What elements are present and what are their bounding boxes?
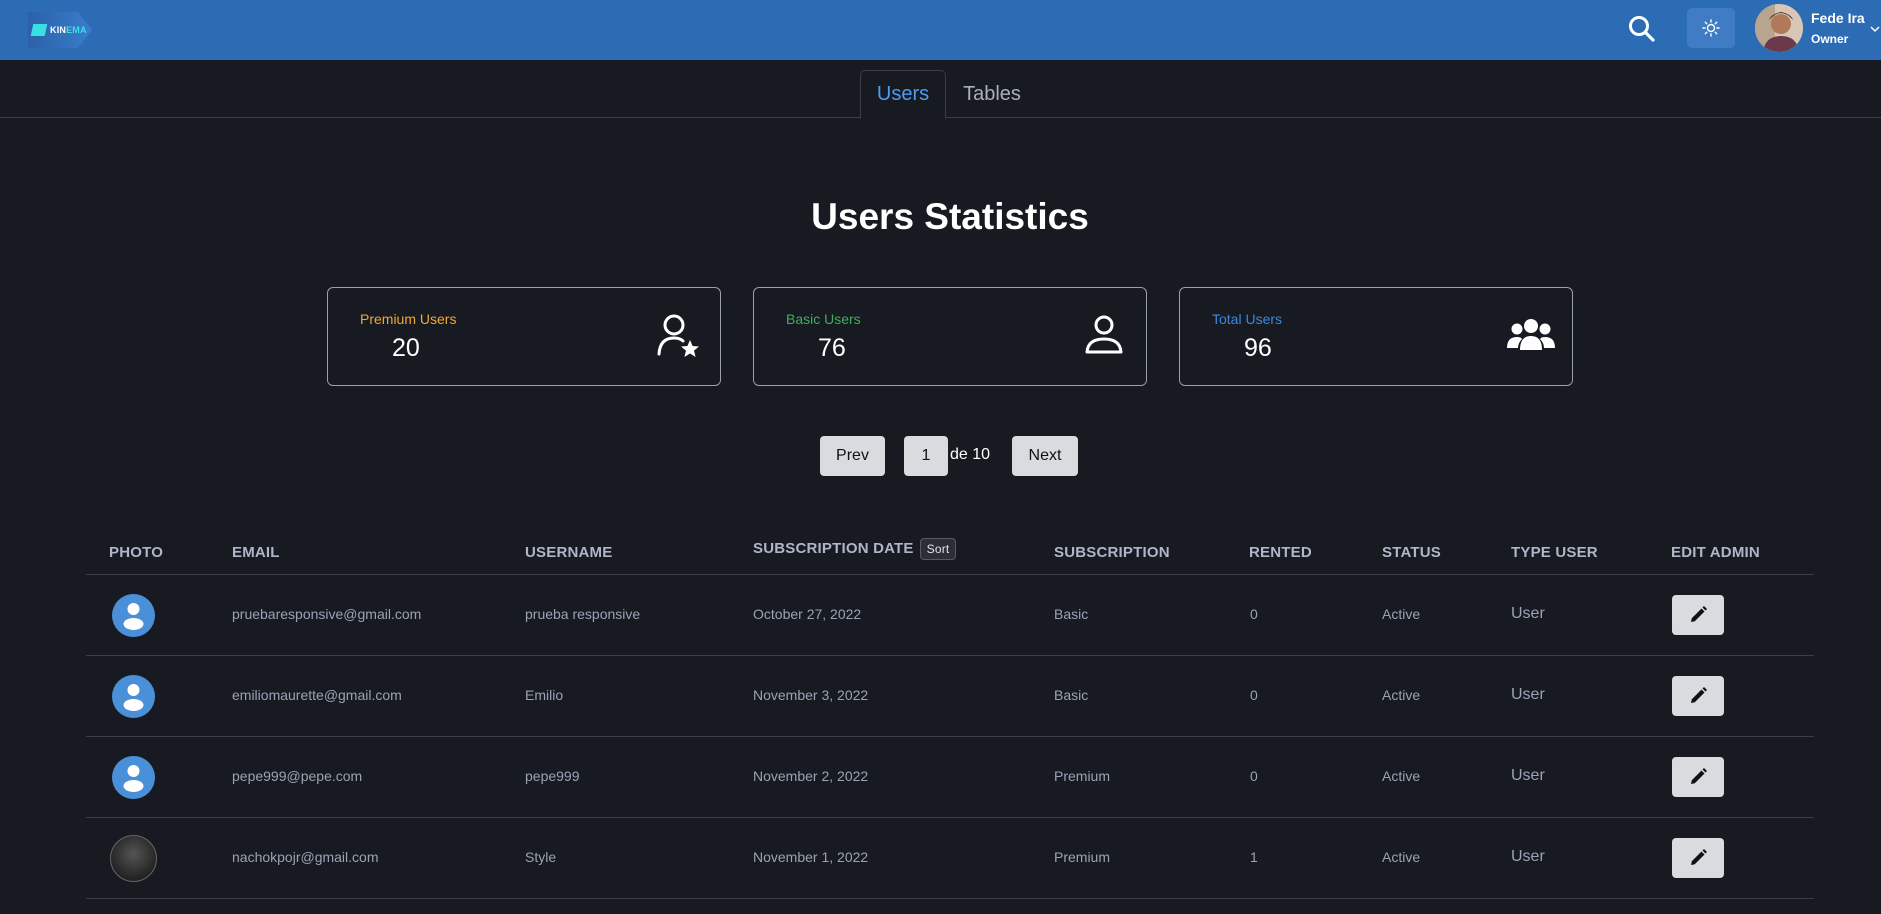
col-header-rented: RENTED bbox=[1249, 544, 1312, 561]
logo-text-suffix: EMA bbox=[66, 25, 87, 35]
premium-users-value: 20 bbox=[392, 334, 420, 362]
user-role: Owner bbox=[1811, 32, 1849, 46]
pencil-icon bbox=[1691, 768, 1707, 784]
table-row: pruebaresponsive@gmail.com prueba respon… bbox=[86, 575, 1814, 656]
subscription-date-cell: November 1, 2022 bbox=[753, 849, 869, 865]
user-photo bbox=[110, 835, 157, 882]
total-users-label: Total Users bbox=[1212, 311, 1283, 327]
subscription-cell: Basic bbox=[1054, 687, 1089, 703]
subscription-cell: Premium bbox=[1054, 768, 1111, 784]
col-header-username: USERNAME bbox=[525, 544, 613, 561]
edit-admin-button[interactable] bbox=[1672, 676, 1724, 716]
edit-admin-button[interactable] bbox=[1672, 595, 1724, 635]
sort-button[interactable]: Sort bbox=[919, 538, 957, 560]
col-header-subscription-date-label: SUBSCRIPTION DATE bbox=[753, 539, 914, 557]
premium-users-label: Premium Users bbox=[360, 311, 457, 327]
logo-text-prefix: KIN bbox=[50, 25, 67, 35]
col-header-subscription: SUBSCRIPTION bbox=[1054, 544, 1170, 561]
rented-cell: 0 bbox=[1250, 606, 1258, 622]
total-users-value: 96 bbox=[1244, 334, 1272, 362]
subscription-cell: Basic bbox=[1054, 606, 1089, 622]
edit-admin-button[interactable] bbox=[1672, 757, 1724, 797]
status-cell: Active bbox=[1382, 768, 1421, 784]
user-star-icon bbox=[654, 312, 702, 360]
status-cell: Active bbox=[1382, 849, 1421, 865]
tab-users[interactable]: Users bbox=[860, 70, 946, 119]
type-user-cell: User bbox=[1511, 686, 1545, 703]
pencil-icon bbox=[1691, 606, 1707, 622]
edit-admin-button[interactable] bbox=[1672, 838, 1724, 878]
rented-cell: 0 bbox=[1250, 687, 1258, 703]
username-cell: Style bbox=[525, 849, 557, 865]
app-logo[interactable]: KINEMA bbox=[28, 12, 92, 48]
basic-users-label: Basic Users bbox=[786, 311, 861, 327]
rented-cell: 0 bbox=[1250, 768, 1258, 784]
subscription-date-cell: November 2, 2022 bbox=[753, 768, 869, 784]
username-cell: prueba responsive bbox=[525, 606, 641, 622]
default-avatar-icon bbox=[112, 675, 155, 718]
tab-bar: Users Tables bbox=[0, 70, 1881, 119]
username-cell: Emilio bbox=[525, 687, 564, 703]
premium-users-card: Premium Users 20 bbox=[327, 287, 721, 386]
type-user-cell: User bbox=[1511, 767, 1545, 784]
pencil-icon bbox=[1691, 687, 1707, 703]
table-row: nachokpojr@gmail.com Style November 1, 2… bbox=[86, 818, 1814, 899]
type-user-cell: User bbox=[1511, 848, 1545, 865]
total-users-card: Total Users 96 bbox=[1179, 287, 1573, 386]
type-user-cell: User bbox=[1511, 605, 1545, 622]
basic-users-value: 76 bbox=[818, 334, 846, 362]
user-avatar[interactable] bbox=[1755, 4, 1803, 52]
rented-cell: 1 bbox=[1250, 849, 1258, 865]
search-icon[interactable] bbox=[1627, 14, 1657, 44]
basic-users-card: Basic Users 76 bbox=[753, 287, 1147, 386]
tab-tables[interactable]: Tables bbox=[952, 70, 1032, 119]
page-title: Users Statistics bbox=[811, 196, 1089, 237]
default-avatar-icon bbox=[112, 756, 155, 799]
theme-toggle-button[interactable] bbox=[1687, 8, 1735, 48]
status-cell: Active bbox=[1382, 606, 1421, 622]
top-navbar: KINEMA Fede Ira Owner bbox=[0, 0, 1881, 60]
users-group-icon bbox=[1506, 312, 1555, 360]
logo-mark-icon bbox=[30, 24, 48, 36]
col-header-status: STATUS bbox=[1382, 544, 1441, 561]
next-page-button[interactable]: Next bbox=[1012, 436, 1078, 476]
username-cell: pepe999 bbox=[525, 768, 580, 784]
table-row: emiliomaurette@gmail.com Emilio November… bbox=[86, 656, 1814, 737]
email-cell: pruebaresponsive@gmail.com bbox=[232, 606, 422, 622]
sun-icon bbox=[1702, 19, 1720, 37]
table-row: pepe999@pepe.com pepe999 November 2, 202… bbox=[86, 737, 1814, 818]
prev-page-button[interactable]: Prev bbox=[820, 436, 885, 476]
subscription-cell: Premium bbox=[1054, 849, 1111, 865]
col-header-edit-admin: EDIT ADMIN bbox=[1671, 544, 1760, 561]
subscription-date-cell: November 3, 2022 bbox=[753, 687, 869, 703]
subscription-date-cell: October 27, 2022 bbox=[753, 606, 862, 622]
current-page-button[interactable]: 1 bbox=[904, 436, 948, 476]
email-cell: pepe999@pepe.com bbox=[232, 768, 363, 784]
user-icon bbox=[1080, 312, 1128, 360]
default-avatar-icon bbox=[112, 594, 155, 637]
status-cell: Active bbox=[1382, 687, 1421, 703]
col-header-type-user: TYPE USER bbox=[1511, 544, 1598, 561]
email-cell: nachokpojr@gmail.com bbox=[232, 849, 379, 865]
user-name: Fede Ira bbox=[1811, 10, 1865, 26]
pencil-icon bbox=[1691, 849, 1707, 865]
page-total-label: de 10 bbox=[950, 446, 991, 463]
col-header-photo: PHOTO bbox=[109, 544, 164, 561]
chevron-down-icon[interactable] bbox=[1869, 22, 1881, 34]
email-cell: emiliomaurette@gmail.com bbox=[232, 687, 402, 703]
logo-text: KINEMA bbox=[50, 25, 87, 35]
col-header-email: EMAIL bbox=[232, 544, 280, 561]
col-header-subscription-date: SUBSCRIPTION DATE Sort bbox=[753, 538, 957, 560]
